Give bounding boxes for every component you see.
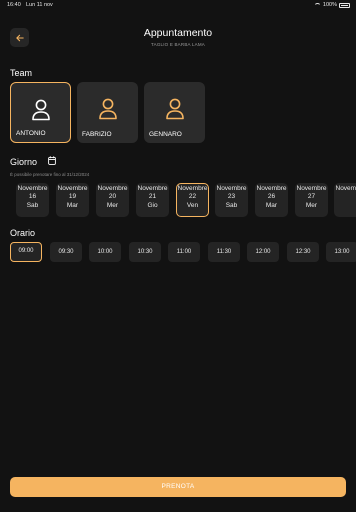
day-month: Novembre bbox=[256, 185, 287, 192]
time-label: Orario bbox=[10, 228, 36, 238]
user-icon bbox=[165, 98, 184, 120]
day-option[interactable]: Novembre 23 Sab bbox=[215, 183, 248, 217]
team-member-name: ANTONIO bbox=[16, 130, 46, 137]
user-icon bbox=[31, 99, 50, 121]
day-month: Novembre bbox=[177, 185, 208, 192]
day-picker[interactable]: Novembre 16 Sab Novembre 19 Mar Novembre… bbox=[10, 183, 356, 219]
battery-level: 100% bbox=[322, 2, 337, 8]
time-slot[interactable]: 11:00 bbox=[168, 242, 200, 262]
day-option[interactable]: Novembre 27 Mer bbox=[295, 183, 328, 217]
day-number: 19 bbox=[68, 193, 77, 201]
day-month: Novembre bbox=[335, 185, 356, 192]
day-month: Novembre bbox=[296, 185, 327, 192]
day-option[interactable]: Novembre 20 Mer bbox=[96, 183, 129, 217]
day-weekday: Mar bbox=[66, 201, 79, 209]
day-weekday: Mar bbox=[265, 201, 278, 209]
calendar-icon[interactable] bbox=[48, 156, 56, 165]
status-bar: 16:40 Lun 11 nov 100% bbox=[0, 0, 356, 12]
time-slot[interactable]: 12:00 bbox=[247, 242, 279, 262]
user-icon bbox=[98, 98, 117, 120]
battery-icon bbox=[339, 2, 350, 8]
day-number: 20 bbox=[108, 193, 117, 201]
day-month: Novembre bbox=[97, 185, 128, 192]
day-number: 21 bbox=[148, 193, 157, 201]
day-weekday: Sab bbox=[225, 201, 238, 209]
time-slot[interactable]: 10:30 bbox=[129, 242, 161, 262]
time-slot-selected[interactable]: 09:00 bbox=[10, 242, 42, 262]
day-month: Novembre bbox=[17, 185, 48, 192]
day-weekday: Mer bbox=[106, 201, 119, 209]
day-weekday: Sab bbox=[26, 201, 39, 209]
team-member-name: FABRIZIO bbox=[82, 131, 112, 138]
day-option-selected[interactable]: Novembre 22 Ven bbox=[176, 183, 209, 217]
status-indicators: 100% bbox=[313, 2, 350, 8]
book-button[interactable]: PRENOTA bbox=[10, 477, 346, 497]
day-month: Novembre bbox=[137, 185, 168, 192]
team-label: Team bbox=[10, 68, 33, 78]
day-weekday: Ven bbox=[186, 201, 199, 209]
time-slot[interactable]: 13:00 bbox=[326, 242, 356, 262]
time-slot[interactable]: 09:30 bbox=[50, 242, 82, 262]
time-slot[interactable]: 10:00 bbox=[89, 242, 121, 262]
day-number: 23 bbox=[227, 193, 236, 201]
page-title: Appuntamento bbox=[143, 27, 213, 39]
day-option[interactable]: Novembre 26 Mar bbox=[255, 183, 288, 217]
wifi-icon bbox=[313, 2, 321, 8]
time-slot[interactable]: 12:30 bbox=[287, 242, 319, 262]
day-number: 26 bbox=[267, 193, 276, 201]
day-option[interactable]: Novembre 21 Gio bbox=[136, 183, 169, 217]
status-time: 16:40 bbox=[7, 2, 21, 8]
time-slot[interactable]: 11:30 bbox=[208, 242, 240, 262]
time-picker[interactable]: 09:00 09:30 10:00 10:30 11:00 11:30 12:0… bbox=[10, 242, 356, 262]
day-weekday: Mer bbox=[305, 201, 318, 209]
day-option[interactable]: Novembre 16 Sab bbox=[16, 183, 49, 217]
day-weekday: Gio bbox=[147, 201, 158, 209]
team-member-name: GENNARO bbox=[149, 131, 182, 138]
status-date: Lun 11 nov bbox=[26, 2, 53, 8]
team-member-fabrizio[interactable]: FABRIZIO bbox=[77, 82, 138, 143]
booking-limit-note: È possibile prenotare fino al 31/12/2024 bbox=[10, 172, 90, 177]
day-option[interactable]: Novembre 19 Mar bbox=[56, 183, 89, 217]
day-number: 27 bbox=[307, 193, 316, 201]
day-month: Novembre bbox=[57, 185, 88, 192]
day-option[interactable]: Novembre bbox=[334, 183, 356, 217]
page-subtitle: TAGLIO E BARBA LAMA bbox=[151, 42, 205, 47]
day-month: Novembre bbox=[216, 185, 247, 192]
team-member-antonio[interactable]: ANTONIO bbox=[10, 82, 71, 143]
day-label: Giorno bbox=[10, 157, 38, 167]
day-number: 22 bbox=[188, 193, 197, 201]
day-number: 16 bbox=[28, 193, 37, 201]
team-member-gennaro[interactable]: GENNARO bbox=[144, 82, 205, 143]
